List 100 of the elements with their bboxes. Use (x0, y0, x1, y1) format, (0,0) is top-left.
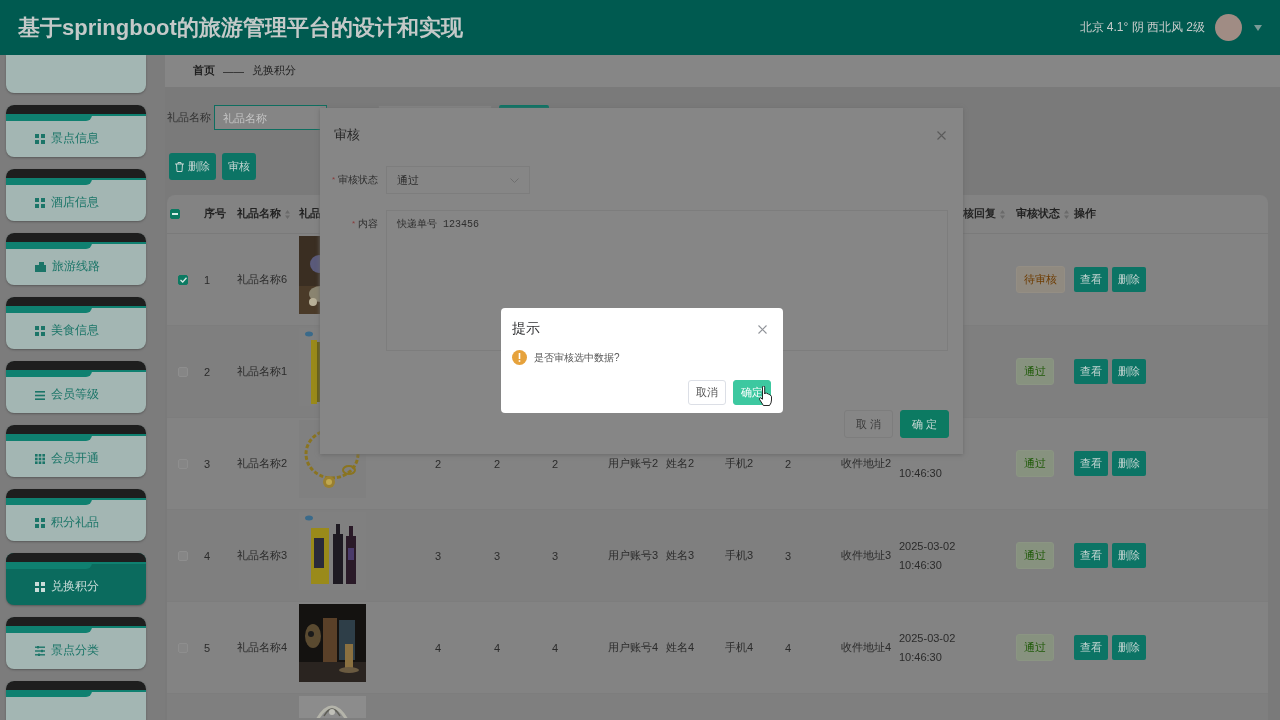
sidebar-item[interactable]: 酒店信息 (6, 169, 146, 221)
dialog-title: 提示 (512, 320, 540, 338)
grid-icon (35, 134, 45, 144)
audit-button[interactable]: 审核 (222, 153, 256, 180)
table-cell: 2 (435, 457, 442, 470)
delete-button[interactable]: 删除 (1112, 267, 1146, 292)
table-cell: 姓名3 (666, 548, 695, 563)
table-cell: 4 (785, 641, 792, 654)
grid-icon (35, 582, 45, 592)
site-title: 基于springboot的旅游管理平台的设计和实现 (18, 13, 464, 42)
list-icon (35, 391, 45, 400)
chevron-down-icon (510, 177, 519, 183)
column-header: 礼品 (299, 207, 321, 221)
status-tag: 通过 (1016, 358, 1054, 385)
table-cell: 用户账号4 (608, 640, 659, 655)
table-cell: 礼品名称3 (237, 548, 288, 563)
message-text: 是否审核选中数据? (534, 350, 620, 365)
view-button[interactable]: 查看 (1074, 543, 1108, 568)
table-cell: 收件地址4 (841, 640, 892, 655)
warning-icon (512, 350, 527, 365)
status-tag: 通过 (1016, 450, 1054, 477)
view-button[interactable]: 查看 (1074, 635, 1108, 660)
table-cell: 礼品名称4 (237, 640, 288, 655)
table-cell: 礼品名称6 (237, 272, 288, 287)
time-cell-text: 10:46:30 (899, 557, 943, 573)
table-cell: 2 (552, 457, 559, 470)
table-icon (35, 454, 45, 464)
delete-button[interactable]: 删除 (1112, 451, 1146, 476)
confirm-button[interactable]: 确 定 (900, 410, 949, 438)
table-cell: 3 (785, 549, 792, 562)
view-button[interactable]: 查看 (1074, 359, 1108, 384)
trash-icon (175, 161, 184, 172)
table-cell: 5 (204, 641, 211, 654)
column-header: 操作 (1074, 207, 1096, 221)
breadcrumb-separator: —— (223, 65, 244, 77)
delete-button[interactable]: 删除 (1112, 635, 1146, 660)
table-cell: 4 (494, 641, 501, 654)
grid-icon (35, 518, 45, 528)
table-cell: 3 (204, 457, 211, 470)
sidebar-item[interactable]: 景点分类 (6, 617, 146, 669)
status-select[interactable]: 通过 (386, 166, 530, 194)
table-cell: 4 (435, 641, 442, 654)
grid-icon (35, 198, 45, 208)
time-cell-text: 10:46:30 (899, 465, 942, 481)
avatar[interactable] (1215, 14, 1242, 41)
table-cell: 3 (552, 549, 559, 562)
table-cell: 3 (494, 549, 501, 562)
grid-icon (35, 326, 45, 336)
row-checkbox[interactable] (178, 274, 188, 285)
sidebar-item[interactable]: 美食信息 (6, 297, 146, 349)
sidebar-item[interactable]: 积分礼品 (6, 489, 146, 541)
table-cell: 2 (785, 457, 792, 470)
table-cell: 1 (204, 273, 211, 286)
time-cell-text: 10:46:30 (899, 649, 943, 665)
field-label: 礼品名称 (167, 110, 211, 125)
sort-icon[interactable] (285, 209, 290, 219)
cancel-button[interactable]: 取 消 (844, 410, 893, 438)
cancel-button[interactable]: 取消 (688, 380, 726, 405)
bag-icon (35, 262, 46, 272)
view-button[interactable]: 查看 (1074, 267, 1108, 292)
delete-button[interactable]: 删除 (169, 153, 216, 180)
close-icon[interactable] (758, 324, 767, 334)
column-header[interactable]: 审核状态 (1016, 207, 1069, 221)
select-all-checkbox[interactable] (170, 209, 180, 219)
view-button[interactable]: 查看 (1074, 451, 1108, 476)
sliders-icon (35, 646, 45, 656)
table-cell: 姓名2 (666, 456, 695, 471)
status-tag: 通过 (1016, 634, 1054, 661)
table-cell: 礼品名称2 (237, 456, 288, 471)
table-cell: 姓名4 (666, 640, 695, 655)
table-cell: 手机4 (725, 640, 754, 655)
sidebar-item[interactable]: 会员开通 (6, 425, 146, 477)
table-cell: 手机3 (725, 548, 754, 563)
table-cell: 手机2 (725, 456, 754, 471)
table-cell: 2 (204, 365, 211, 378)
weather-text: 北京 4.1° 阴 西北风 2级 (1079, 19, 1205, 36)
sidebar-item[interactable]: 旅游线路 (6, 233, 146, 285)
table-cell: 收件地址2 (841, 456, 892, 471)
column-header[interactable]: 礼品名称 (237, 207, 290, 221)
field-label: 内容 (358, 217, 378, 231)
required-mark: * (351, 218, 355, 230)
sidebar-item[interactable]: 兑换积分 (6, 553, 146, 605)
breadcrumb-current: 兑换积分 (252, 64, 296, 78)
table-cell: 3 (435, 549, 442, 562)
delete-button[interactable]: 删除 (1112, 359, 1146, 384)
close-icon[interactable] (937, 130, 946, 140)
table-cell: 用户账号2 (608, 456, 659, 471)
column-header: 序号 (204, 207, 226, 221)
sidebar-item[interactable]: 会员等级 (6, 361, 146, 413)
delete-button[interactable]: 删除 (1112, 543, 1146, 568)
sort-icon[interactable] (1000, 209, 1005, 219)
sidebar-item[interactable]: 景点信息 (6, 105, 146, 157)
status-tag: 待审核 (1016, 266, 1065, 293)
table-cell: 2 (494, 457, 501, 470)
sort-icon[interactable] (1064, 209, 1069, 219)
caret-icon[interactable] (1254, 24, 1262, 31)
required-mark: * (331, 174, 335, 186)
status-tag: 通过 (1016, 542, 1054, 569)
breadcrumb-link[interactable]: 首页 (193, 64, 215, 78)
column-header[interactable]: 核回复 (963, 207, 1005, 221)
